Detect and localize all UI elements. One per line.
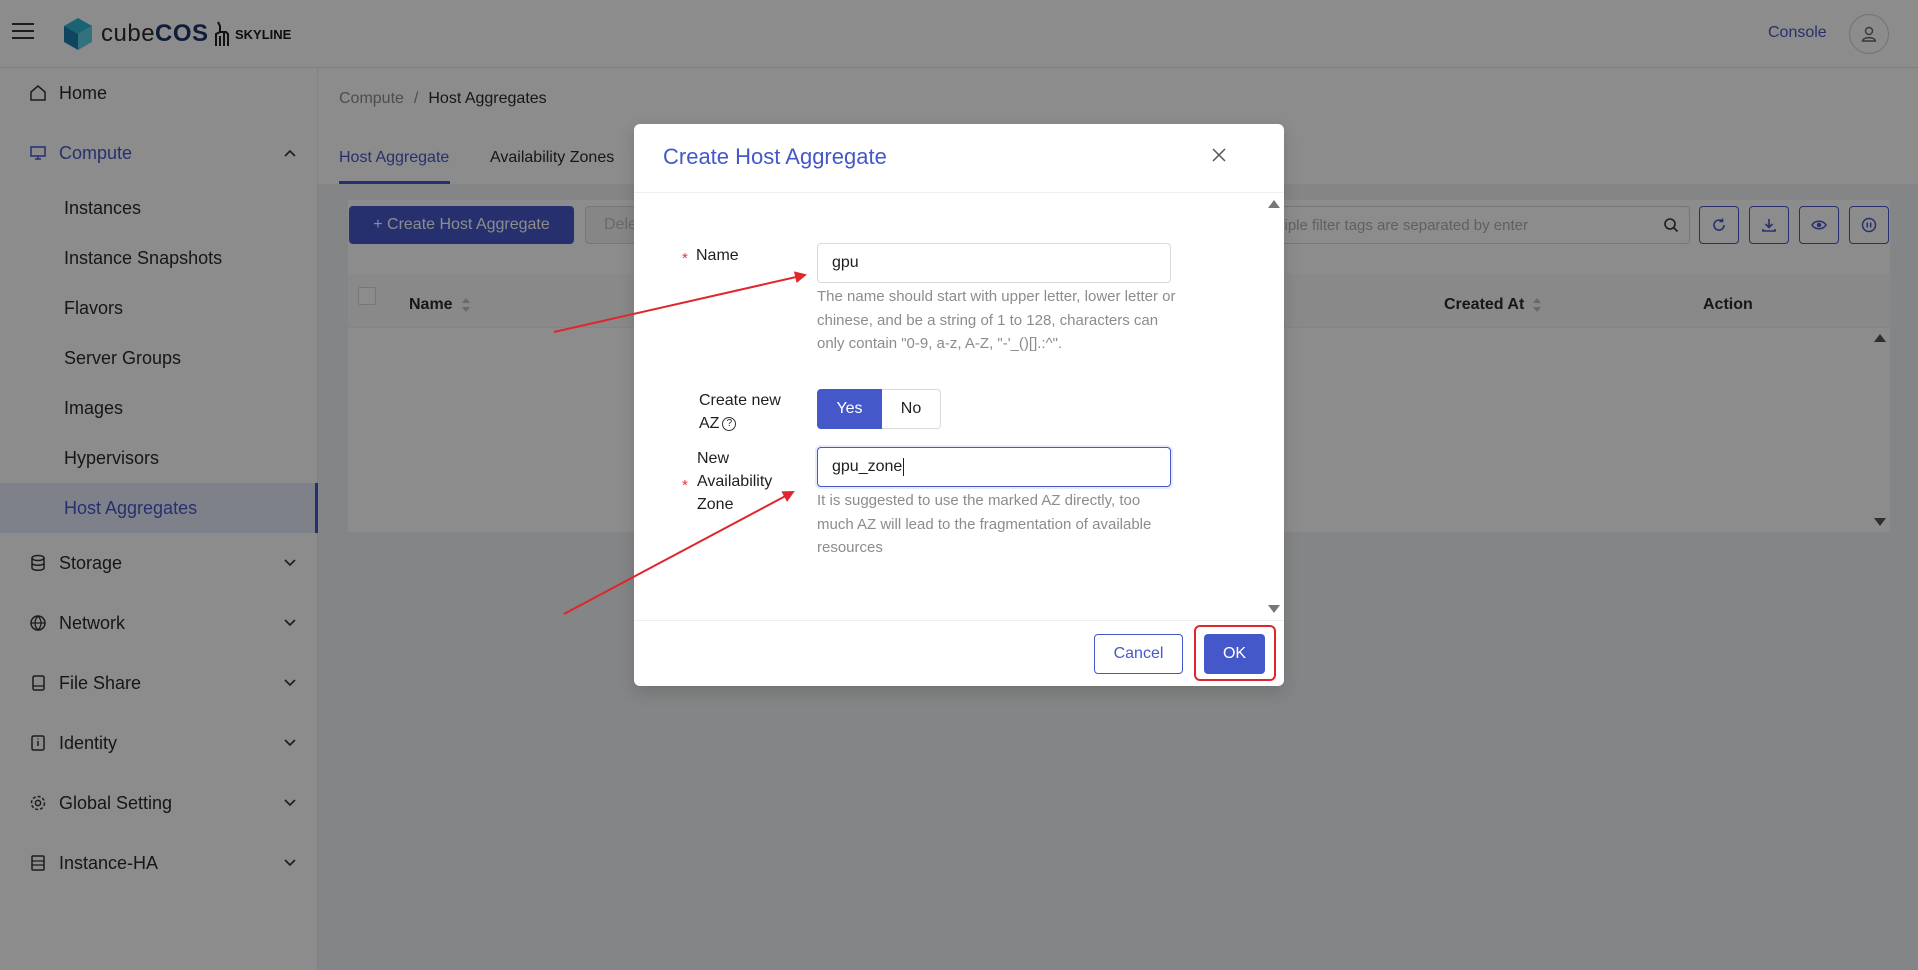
new-az-help-text: It is suggested to use the marked AZ dir… [817,492,1152,556]
dialog-title: Create Host Aggregate [663,144,887,169]
name-help-text: The name should start with upper letter,… [817,288,1176,352]
create-az-toggle: Yes No [817,389,941,429]
ok-button[interactable]: OK [1204,634,1265,674]
required-mark: * [682,477,688,494]
no-option[interactable]: No [882,389,941,429]
dialog-scroll-up[interactable] [1268,200,1280,208]
name-input[interactable]: gpu [817,243,1171,283]
name-label: Name [696,247,739,264]
yes-option[interactable]: Yes [817,389,882,429]
required-mark: * [682,250,688,267]
cancel-button[interactable]: Cancel [1094,634,1183,674]
text-caret [903,458,905,476]
dialog-footer-divider [634,620,1284,621]
dialog-scroll-down[interactable] [1268,605,1280,613]
create-az-label: Create new AZ? [699,392,781,432]
help-icon[interactable]: ? [722,416,737,431]
create-host-aggregate-dialog: Create Host Aggregate * Name gpu The nam… [634,124,1284,686]
new-availability-zone-input[interactable]: gpu_zone [817,447,1171,487]
close-icon[interactable] [1207,143,1231,167]
dialog-header-divider [634,192,1284,193]
new-az-label: New Availability Zone [697,450,773,513]
